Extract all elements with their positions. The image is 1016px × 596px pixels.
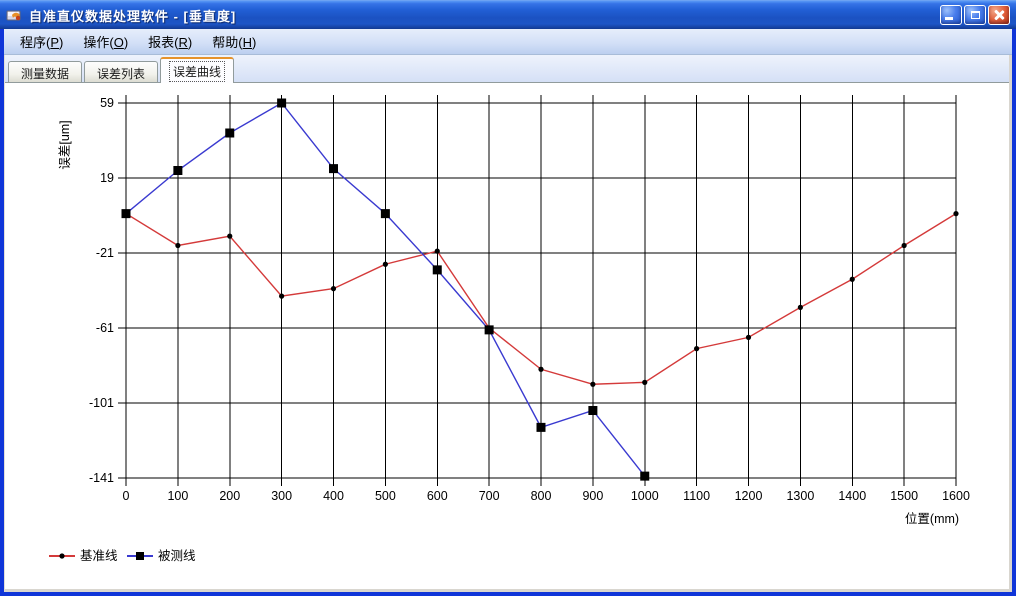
minimize-icon [945,17,953,20]
y-tick-label: -21 [96,246,114,260]
x-tick-label: 1400 [838,489,866,503]
x-tick-label: 300 [271,489,292,503]
data-point-square [588,406,597,415]
app-icon [6,7,23,23]
legend-marker-dot [59,553,64,558]
window-title: 自准直仪数据处理软件 - [垂直度] [29,6,940,25]
app-window: 自准直仪数据处理软件 - [垂直度] 程序(P) 操作(O) 报表(R) 帮助(… [0,0,1016,596]
data-point-dot [383,262,388,267]
minimize-button[interactable] [940,5,962,25]
error-curve-chart: 59 19 -21 -61 -101 -141 0 100 200 300 400 500 600 700… [5,83,1013,588]
data-point-dot [798,305,803,310]
tab-strip: 测量数据 误差列表 误差曲线 [5,55,1009,83]
x-tick-label: 200 [219,489,240,503]
error-curve-panel: 59 19 -21 -61 -101 -141 0 100 200 300 400 500 600 700… [5,83,1009,589]
data-point-dot [279,294,284,299]
x-tick-label: 1100 [683,489,710,503]
client-area: 测量数据 误差列表 误差曲线 59 19 -21 -61 -101 -141 0 100 200… [4,55,1012,592]
menu-bar: 程序(P) 操作(O) 报表(R) 帮助(H) [4,29,1012,55]
data-point-dot [435,249,440,254]
y-tick-label: -61 [96,321,114,335]
x-tick-label: 900 [582,489,603,503]
x-tick-label: 600 [427,489,448,503]
data-point-dot [642,380,647,385]
x-tick-label: 800 [531,489,552,503]
data-point-square [329,164,338,173]
x-axis-title: 位置(mm) [905,511,959,526]
y-tick-label: -141 [89,471,114,485]
data-point-square [433,265,442,274]
data-point-square [537,423,546,432]
data-point-dot [902,243,907,248]
data-point-square [640,472,649,481]
y-tick-label: 19 [100,171,114,185]
data-point-square [277,99,286,108]
x-tick-label: 1000 [631,489,659,503]
x-tick-label: 1600 [942,489,970,503]
data-point-dot [538,367,543,372]
data-point-square [225,129,234,138]
data-point-square [173,166,182,175]
x-tick-label: 0 [123,489,130,503]
data-point-dot [590,382,595,387]
close-button[interactable] [988,5,1010,25]
data-point-dot [331,286,336,291]
x-tick-label: 700 [479,489,500,503]
tab-error-curve[interactable]: 误差曲线 [160,57,234,83]
title-bar: 自准直仪数据处理软件 - [垂直度] [0,0,1016,29]
x-tick-label: 1300 [786,489,814,503]
menu-report[interactable]: 报表(R) [138,29,202,55]
data-point-dot [175,243,180,248]
maximize-icon [971,11,980,19]
tab-error-list[interactable]: 误差列表 [84,61,158,82]
x-tick-label: 500 [375,489,396,503]
y-axis-title: 误差[um] [58,120,72,169]
tab-measure-data[interactable]: 测量数据 [8,61,82,82]
menu-operate[interactable]: 操作(O) [73,29,138,55]
menu-program[interactable]: 程序(P) [10,29,73,55]
data-point-dot [746,335,751,340]
maximize-button[interactable] [964,5,986,25]
data-point-square [381,209,390,218]
data-point-dot [953,211,958,216]
data-point-square [122,209,131,218]
y-tick-label: -101 [89,396,114,410]
legend-label: 被测线 [158,549,196,563]
data-point-dot [227,234,232,239]
data-point-square [485,325,494,334]
x-tick-label: 400 [323,489,344,503]
x-tick-label: 100 [167,489,188,503]
x-tick-label: 1500 [890,489,918,503]
data-point-dot [694,346,699,351]
y-tick-label: 59 [100,96,114,110]
data-point-dot [850,277,855,282]
x-tick-label: 1200 [735,489,763,503]
close-icon [993,9,1005,21]
legend-marker-square [136,552,144,560]
menu-help[interactable]: 帮助(H) [202,29,266,55]
legend-label: 基准线 [80,549,118,563]
